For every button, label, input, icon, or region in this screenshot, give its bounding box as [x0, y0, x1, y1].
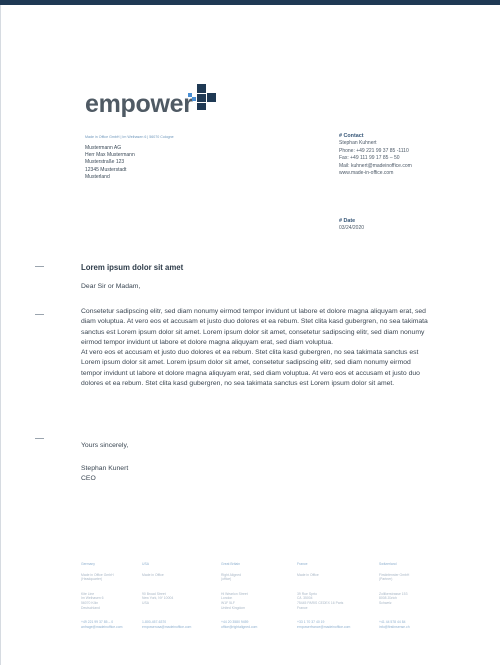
recipient-line: 12345 Musterstadt: [85, 166, 127, 173]
footer-country: Great Britain: [221, 562, 241, 566]
footer-address: France: [297, 605, 308, 610]
contact-website: www.made-in-office.com: [339, 170, 394, 177]
footer-company: (Partner): [379, 577, 393, 582]
logo-blocks-icon: [188, 84, 216, 110]
footer-email: info@firstinsense.ch: [379, 624, 410, 629]
sender-return-address: Made in Office GmbH | Im Weihasen 6 | 56…: [85, 135, 174, 139]
fold-mark-top: [35, 266, 44, 267]
top-accent-bar: [0, 0, 500, 5]
signer-title: CEO: [81, 475, 96, 482]
recipient-line: Musterland: [85, 173, 110, 180]
footer-email: anfrage@madeinoffice.com: [81, 624, 123, 629]
footer-country: France: [297, 562, 308, 566]
footer-country: USA: [142, 562, 149, 566]
page-left-edge: [0, 5, 1, 665]
date-value: 03/24/2020: [339, 225, 365, 232]
fold-mark-bottom: [35, 438, 44, 439]
footer-country: Switzerland: [379, 562, 397, 566]
contact-block: # Contact Stephan Kuhnert Phone: +49 221…: [339, 133, 412, 177]
footer-column-great-britain: Great Britain Right Aligned (office) Hi …: [221, 562, 287, 629]
footer-address: Deutschland: [81, 605, 100, 610]
recipient-address: Mustermann AG Herr Max Mustermann Muster…: [85, 145, 135, 181]
punch-mark: [35, 314, 44, 315]
footer-address: United Kingdom: [221, 605, 246, 610]
footer-email: empowerusa@madeinoffice.com: [142, 624, 192, 629]
footer-column-switzerland: Switzerland Firstinfenster GmbH (Partner…: [379, 562, 445, 629]
recipient-line: Herr Max Mustermann: [85, 152, 135, 159]
footer-email: office@rightaligned.com: [221, 624, 258, 629]
body-paragraph: At vero eos et accusam et justo duo dolo…: [81, 349, 420, 388]
logo-wordmark: empower: [85, 90, 193, 118]
contact-phone: Phone: +49 221 99 37 85 -1110: [339, 147, 409, 154]
body-paragraph: Consetetur sadipscing elitr, sed diam no…: [81, 308, 428, 346]
footer-company: (office): [221, 577, 232, 582]
contact-name: Stephan Kuhnert: [339, 140, 377, 147]
recipient-line: Mustermann AG: [85, 145, 122, 151]
footer-company: (Headquarter): [81, 577, 103, 582]
letter-subject: Lorem ipsum dolor sit amet: [81, 263, 184, 272]
signature-block: Stephan Kunert CEO: [81, 464, 128, 484]
date-label: # Date: [339, 218, 356, 224]
contact-fax: Fax: +49 111 99 17 85 – 50: [339, 155, 400, 162]
letter-salutation: Dear Sir or Madam,: [81, 283, 141, 290]
letter-body: Consetetur sadipscing elitr, sed diam no…: [81, 307, 431, 389]
footer-column-usa: USA Made in Office 90 Broad Street New Y…: [142, 562, 208, 629]
date-block: # Date 03/24/2020: [339, 218, 364, 233]
footer-country: Germany: [81, 562, 95, 566]
footer-email: empowerfrance@madeinoffice.com: [297, 624, 351, 629]
signer-name: Stephan Kunert: [81, 465, 129, 472]
recipient-line: Musterstraße 123: [85, 159, 125, 166]
footer-column-germany: Germany Made in Office GmbH (Headquarter…: [81, 562, 147, 629]
footer-column-france: France Made in Office 39 Rue Sprto C/L 3…: [297, 562, 363, 629]
footer-offices: Germany Made in Office GmbH (Headquarter…: [81, 562, 446, 652]
letter-closing: Yours sincerely,: [81, 442, 129, 449]
contact-mail: Mail: kuhnert@madeinoffice.com: [339, 162, 412, 169]
contact-label: # Contact: [339, 133, 364, 139]
